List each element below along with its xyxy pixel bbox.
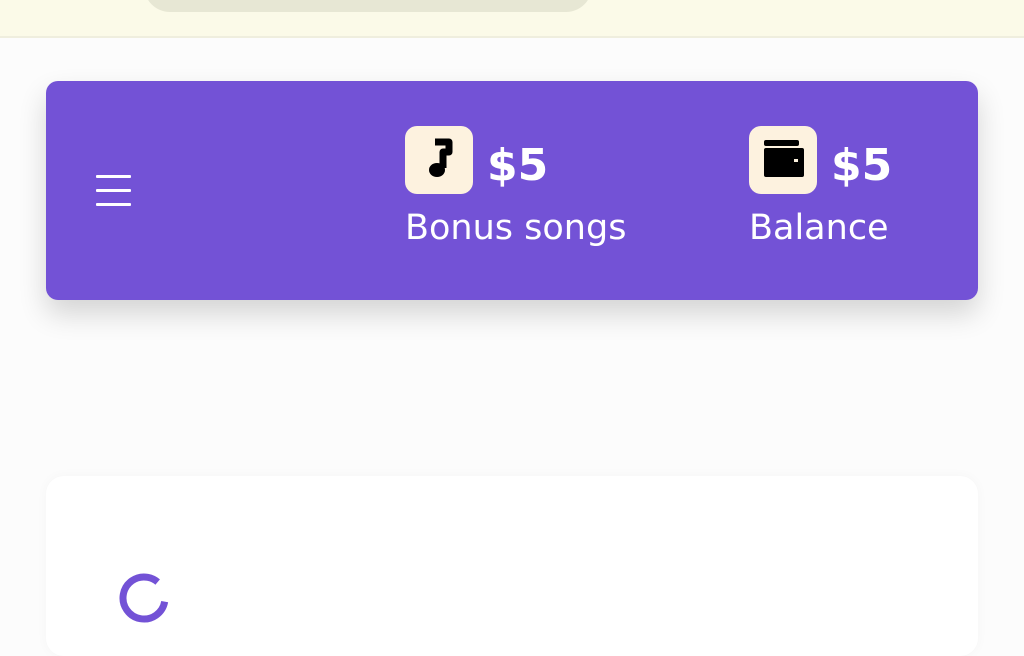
- bonus-songs-stat[interactable]: $5 Bonus songs: [405, 126, 645, 250]
- content-card: [46, 476, 978, 656]
- bonus-songs-label: Bonus songs: [405, 208, 627, 248]
- music-note-icon: [405, 126, 473, 194]
- menu-icon-line-bottom: [96, 203, 131, 206]
- menu-icon-line-top: [96, 175, 131, 178]
- menu-icon-line-middle: [96, 189, 131, 192]
- menu-button[interactable]: [96, 174, 132, 208]
- wallet-icon: [749, 126, 817, 194]
- loading-spinner-icon: [119, 573, 169, 623]
- balance-stat[interactable]: $5 Balance: [749, 126, 909, 250]
- bonus-songs-amount: $5: [487, 140, 549, 191]
- balance-amount: $5: [831, 140, 893, 191]
- top-search-pill[interactable]: [144, 0, 592, 12]
- balance-label: Balance: [749, 208, 889, 248]
- top-app-bar: [0, 0, 1024, 38]
- wallet-glyph: [764, 140, 804, 177]
- music-note-glyph: [429, 138, 453, 177]
